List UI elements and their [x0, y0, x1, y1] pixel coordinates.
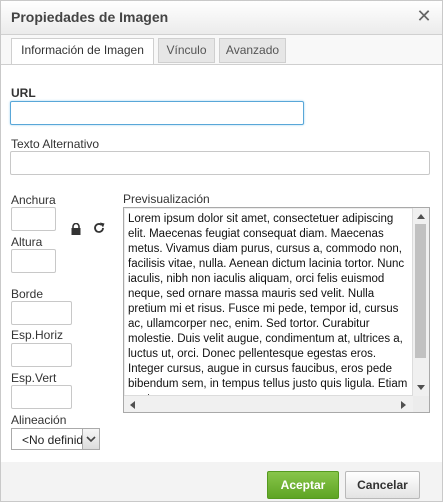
align-select[interactable]: <No definido> [11, 428, 100, 450]
preview-horizontal-scrollbar[interactable] [124, 395, 413, 412]
preview-label: Previsualización [123, 192, 210, 206]
alt-text-label: Texto Alternativo [11, 137, 100, 151]
dialog-titlebar[interactable]: Propiedades de Imagen ✕ [1, 1, 442, 35]
border-label: Borde [11, 287, 44, 301]
image-properties-dialog: Propiedades de Imagen ✕ Información de I… [0, 0, 443, 502]
width-input[interactable] [11, 207, 56, 231]
width-label: Anchura [11, 193, 56, 207]
accept-button[interactable]: Aceptar [267, 471, 339, 499]
tab-image-info[interactable]: Información de Imagen [11, 38, 154, 65]
height-input[interactable] [11, 249, 56, 273]
scroll-thumb[interactable] [415, 224, 426, 358]
preview-pane[interactable]: Lorem ipsum dolor sit amet, consectetuer… [123, 207, 430, 413]
vspace-input[interactable] [11, 385, 72, 409]
dialog-title: Propiedades de Imagen [11, 9, 169, 25]
url-input[interactable] [10, 101, 304, 125]
preview-vertical-scrollbar[interactable] [412, 208, 429, 396]
tab-advanced[interactable]: Avanzado [219, 38, 286, 63]
alt-text-input[interactable] [10, 151, 430, 175]
chevron-down-icon[interactable] [82, 429, 99, 449]
align-select-value: <No definido> [22, 433, 82, 447]
scroll-up-icon[interactable] [416, 212, 426, 220]
scroll-left-icon[interactable] [128, 400, 136, 410]
reset-size-icon[interactable] [92, 221, 106, 235]
close-icon[interactable]: ✕ [414, 6, 434, 26]
preview-text: Lorem ipsum dolor sit amet, consectetuer… [128, 213, 408, 395]
height-label: Altura [11, 235, 43, 249]
tab-panel-image-info: URL Texto Alternativo Anchura Altura Bor… [1, 64, 442, 463]
vspace-label: Esp.Vert [11, 371, 57, 385]
tab-link[interactable]: Vínculo [158, 38, 215, 63]
hspace-input[interactable] [11, 343, 72, 367]
hspace-label: Esp.Horiz [11, 328, 64, 342]
lock-icon[interactable] [70, 223, 82, 235]
border-input[interactable] [11, 301, 72, 325]
preview-content: Lorem ipsum dolor sit amet, consectetuer… [125, 209, 413, 395]
url-label: URL [11, 86, 36, 100]
cancel-button[interactable]: Cancelar [345, 471, 420, 499]
scroll-down-icon[interactable] [416, 384, 426, 392]
align-label: Alineación [11, 413, 67, 427]
dialog-footer: Aceptar Cancelar [1, 462, 442, 501]
scroll-right-icon[interactable] [400, 400, 408, 410]
